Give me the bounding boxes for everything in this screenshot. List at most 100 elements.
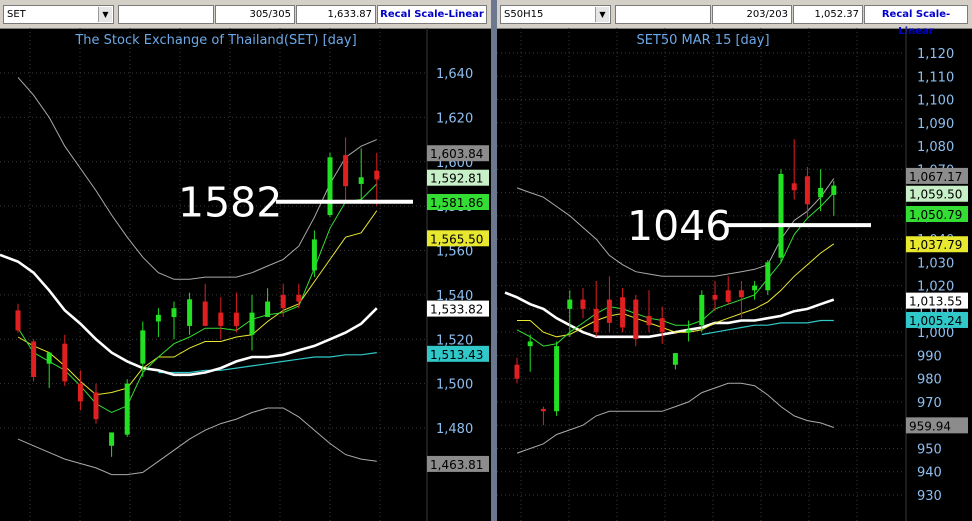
price-tag: 959.94 <box>906 417 968 434</box>
candle-body <box>46 352 52 364</box>
candle-body <box>31 341 37 377</box>
y-tick-label: 1,000 <box>917 326 954 341</box>
toolbar-blank-field <box>118 5 214 24</box>
chevron-down-icon[interactable]: ▼ <box>98 7 112 22</box>
bar-count-field: 203/203 <box>712 5 792 24</box>
candle <box>778 169 784 263</box>
recal-scale-button[interactable]: Recal Scale-Linear <box>377 5 487 24</box>
candle <box>633 294 639 347</box>
candle-body <box>140 330 146 364</box>
candle <box>31 339 37 382</box>
symbol-select[interactable]: SET ▼ <box>3 5 114 24</box>
candle-body <box>311 239 317 271</box>
chevron-down-icon[interactable]: ▼ <box>595 7 609 22</box>
y-tick-label: 1,110 <box>917 70 954 85</box>
candle <box>62 334 68 386</box>
candle <box>686 320 692 342</box>
price-tag: 1,050.79 <box>906 206 968 223</box>
price-tag-label: 1,067.17 <box>909 170 962 184</box>
candle <box>46 352 52 389</box>
price-tag-label: 1,565.50 <box>430 232 483 246</box>
candle <box>187 292 193 335</box>
candle-body <box>738 290 744 298</box>
price-tag-label: 1,005.24 <box>909 314 962 328</box>
candle <box>327 152 333 218</box>
candle-body <box>620 297 626 328</box>
candle-body <box>646 315 652 326</box>
y-tick-label: 990 <box>917 349 942 364</box>
price-tag: 1,603.84 <box>427 145 489 162</box>
line-ma-mid <box>17 210 378 396</box>
y-tick-label: 950 <box>917 442 942 457</box>
price-tag: 1,592.81 <box>427 169 489 186</box>
candle <box>791 139 797 200</box>
chart-panel-set: SET ▼ 305/305 1,633.87 Recal Scale-Linea… <box>0 0 491 521</box>
last-price-field: 1,052.37 <box>793 5 863 24</box>
candle <box>77 370 83 411</box>
candle-body <box>659 318 665 333</box>
price-tag-label: 1,050.79 <box>909 208 962 222</box>
candle-body <box>171 308 177 318</box>
candle-body <box>606 299 612 323</box>
candle-body <box>567 299 573 309</box>
candle <box>672 353 678 370</box>
price-tag-label: 1,513.43 <box>430 348 483 362</box>
price-tag-label: 1,581.86 <box>430 196 483 210</box>
symbol-select-value: S50H15 <box>504 9 544 20</box>
symbol-select[interactable]: S50H15 ▼ <box>500 5 611 24</box>
candle-body <box>124 383 130 435</box>
line-env-lower <box>516 382 834 454</box>
candle-body <box>712 294 718 300</box>
price-tag-label: 1,533.82 <box>430 303 483 317</box>
annotation-label: 1046 <box>627 202 731 250</box>
y-tick-label: 1,020 <box>917 280 954 295</box>
y-tick-label: 1,090 <box>917 117 954 132</box>
candle <box>646 290 652 333</box>
chart-panel-set50: S50H15 ▼ 203/203 1,052.37 Recal Scale-Li… <box>497 0 972 521</box>
candle-body <box>296 294 302 302</box>
y-tick-label: 940 <box>917 466 942 481</box>
candle <box>567 290 573 337</box>
candle-body <box>265 301 271 318</box>
chart-title: The Stock Exchange of Thailand(SET) [day… <box>74 33 356 48</box>
candle-body <box>686 329 692 333</box>
line-ma-cyan <box>158 352 377 374</box>
candle <box>606 276 612 333</box>
candle-body <box>155 314 161 322</box>
price-tag: 1,513.43 <box>427 345 489 362</box>
candle-body <box>725 290 731 302</box>
y-tick-label: 1,080 <box>917 140 954 155</box>
price-tag-label: 959.94 <box>909 419 951 433</box>
price-tag: 1,533.82 <box>427 300 489 317</box>
candle <box>265 288 271 318</box>
candle-body <box>540 408 546 412</box>
candle-body <box>249 312 255 335</box>
candle-body <box>15 310 21 331</box>
candlestick-chart[interactable]: 1,4801,5001,5201,5401,5601,5801,6001,620… <box>0 28 491 521</box>
candle <box>358 148 364 204</box>
candle-body <box>327 157 333 215</box>
candle <box>752 280 758 300</box>
candle <box>202 283 208 326</box>
candle <box>620 287 626 333</box>
candle-body <box>77 383 83 402</box>
candle <box>765 260 771 295</box>
recal-scale-button[interactable]: Recal Scale-Linear <box>864 5 968 37</box>
chart-title: SET50 MAR 15 [day] <box>636 33 769 48</box>
candle-body <box>765 262 771 291</box>
candle <box>311 230 317 278</box>
candle <box>540 406 546 426</box>
candlestick-chart[interactable]: 9309409509609709809901,0001,0101,0201,03… <box>497 28 972 521</box>
candle <box>374 152 380 207</box>
price-tag: 1,037.79 <box>906 236 968 253</box>
candle-body <box>358 177 364 184</box>
price-tag-label: 1,592.81 <box>430 172 483 186</box>
y-tick-label: 980 <box>917 373 942 388</box>
price-tag: 1,463.81 <box>427 455 489 472</box>
candle <box>218 297 224 340</box>
candle-body <box>633 299 639 340</box>
candle-body <box>699 294 705 326</box>
y-tick-label: 1,100 <box>917 94 954 109</box>
candle <box>233 292 239 333</box>
y-tick-label: 1,640 <box>436 67 473 82</box>
